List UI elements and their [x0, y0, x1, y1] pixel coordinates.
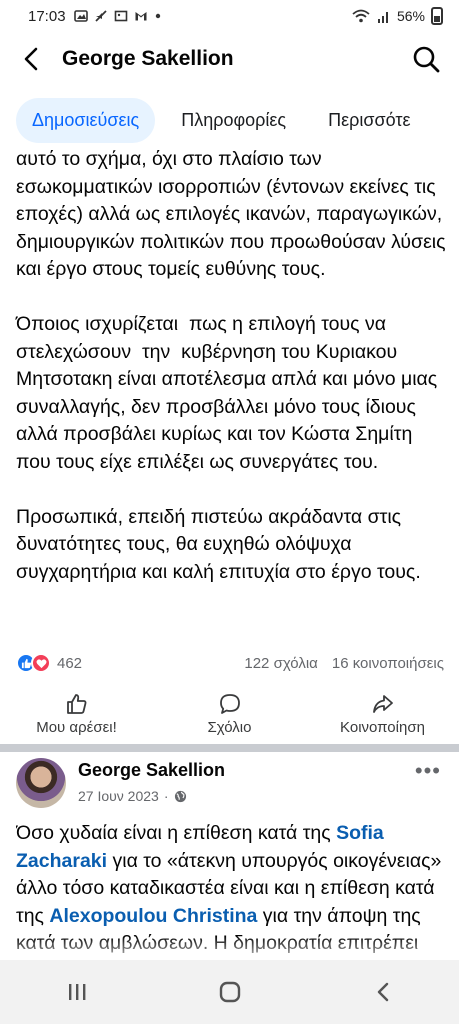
back-arrow-icon [24, 47, 38, 71]
status-time: 17:03 [28, 7, 66, 25]
post-author[interactable]: George Sakellion [78, 760, 225, 781]
profile-tabs: Δημοσιεύσεις Πληροφορίες Περισσότε [0, 96, 459, 144]
comments-count[interactable]: 122 σχόλια [244, 655, 317, 672]
avatar[interactable] [16, 758, 66, 808]
back-icon [377, 982, 388, 1002]
reaction-count[interactable]: 462 [57, 655, 82, 672]
image-icon [73, 10, 88, 22]
post-actions: Μου αρέσει! Σχόλιο Κοινοποίηση [0, 686, 459, 742]
more-options-button[interactable]: ••• [415, 758, 441, 784]
engagement-counts: 122 σχόλια 16 κοινοποιήσεις [244, 655, 444, 672]
reaction-icons[interactable] [16, 653, 51, 673]
search-button[interactable] [411, 44, 441, 74]
mention-link[interactable]: Alexopoulou Christina [49, 905, 257, 927]
system-nav-bar [0, 960, 459, 1024]
status-bar: 17:03 56% [0, 0, 459, 32]
dot-icon [155, 13, 160, 19]
post-meta: 27 Ιουν 2023 · [78, 788, 187, 804]
battery-icon [431, 7, 443, 25]
wifi-icon [352, 9, 370, 23]
comment-icon [219, 693, 240, 714]
post-divider [0, 744, 459, 752]
thumbs-up-icon [66, 693, 86, 714]
recent-apps-icon [68, 984, 85, 1000]
post-text-segment: Όσο χυδαία είναι η επίθεση κατά της [16, 822, 337, 844]
home-icon [219, 981, 240, 1003]
meta-separator: · [163, 788, 169, 804]
tab-about[interactable]: Πληροφορίες [165, 98, 302, 143]
post-paragraph: Όποιος ισχυρίζεται πως η επιλογή τους να… [16, 313, 443, 473]
like-label: Μου αρέσει! [36, 718, 117, 736]
gmail-icon [135, 12, 147, 21]
post-header: George Sakellion 27 Ιουν 2023 · ••• [0, 754, 459, 820]
shares-count[interactable]: 16 κοινοποιήσεις [332, 655, 444, 672]
post-paragraph: αυτό το σχήμα, όχι στο πλαίσιο των εσωκο… [16, 148, 451, 280]
tab-more[interactable]: Περισσότε [312, 98, 426, 143]
comment-button[interactable]: Σχόλιο [153, 686, 306, 742]
mute-icon [94, 10, 107, 22]
comment-label: Σχόλιο [207, 718, 252, 736]
tab-posts[interactable]: Δημοσιεύσεις [16, 97, 156, 143]
battery-percent: 56% [396, 8, 425, 24]
back-button[interactable] [0, 36, 62, 82]
system-back-button[interactable] [353, 970, 413, 1014]
like-button[interactable]: Μου αρέσει! [0, 686, 153, 742]
notification-icons [73, 9, 162, 23]
signal-icon [377, 12, 388, 23]
globe-icon [174, 790, 186, 802]
share-button[interactable]: Κοινοποίηση [306, 686, 459, 742]
page-title: George Sakellion [62, 47, 234, 70]
app-header: George Sakellion [0, 36, 459, 82]
share-label: Κοινοποίηση [340, 718, 425, 736]
post-date[interactable]: 27 Ιουν 2023 [78, 788, 159, 804]
share-icon [372, 694, 393, 713]
post-body: αυτό το σχήμα, όχι στο πλαίσιο των εσωκο… [16, 146, 446, 586]
search-icon [413, 46, 440, 73]
picture-icon [114, 10, 127, 22]
status-right: 56% [351, 7, 443, 25]
recent-apps-button[interactable] [47, 970, 107, 1014]
reactions-summary: 462 122 σχόλια 16 κοινοποιήσεις [16, 648, 444, 678]
home-button[interactable] [200, 970, 260, 1014]
post-paragraph: Προσωπικά, επειδή πιστεύω ακράδαντα στις… [16, 505, 421, 583]
love-reaction-icon [31, 653, 51, 673]
